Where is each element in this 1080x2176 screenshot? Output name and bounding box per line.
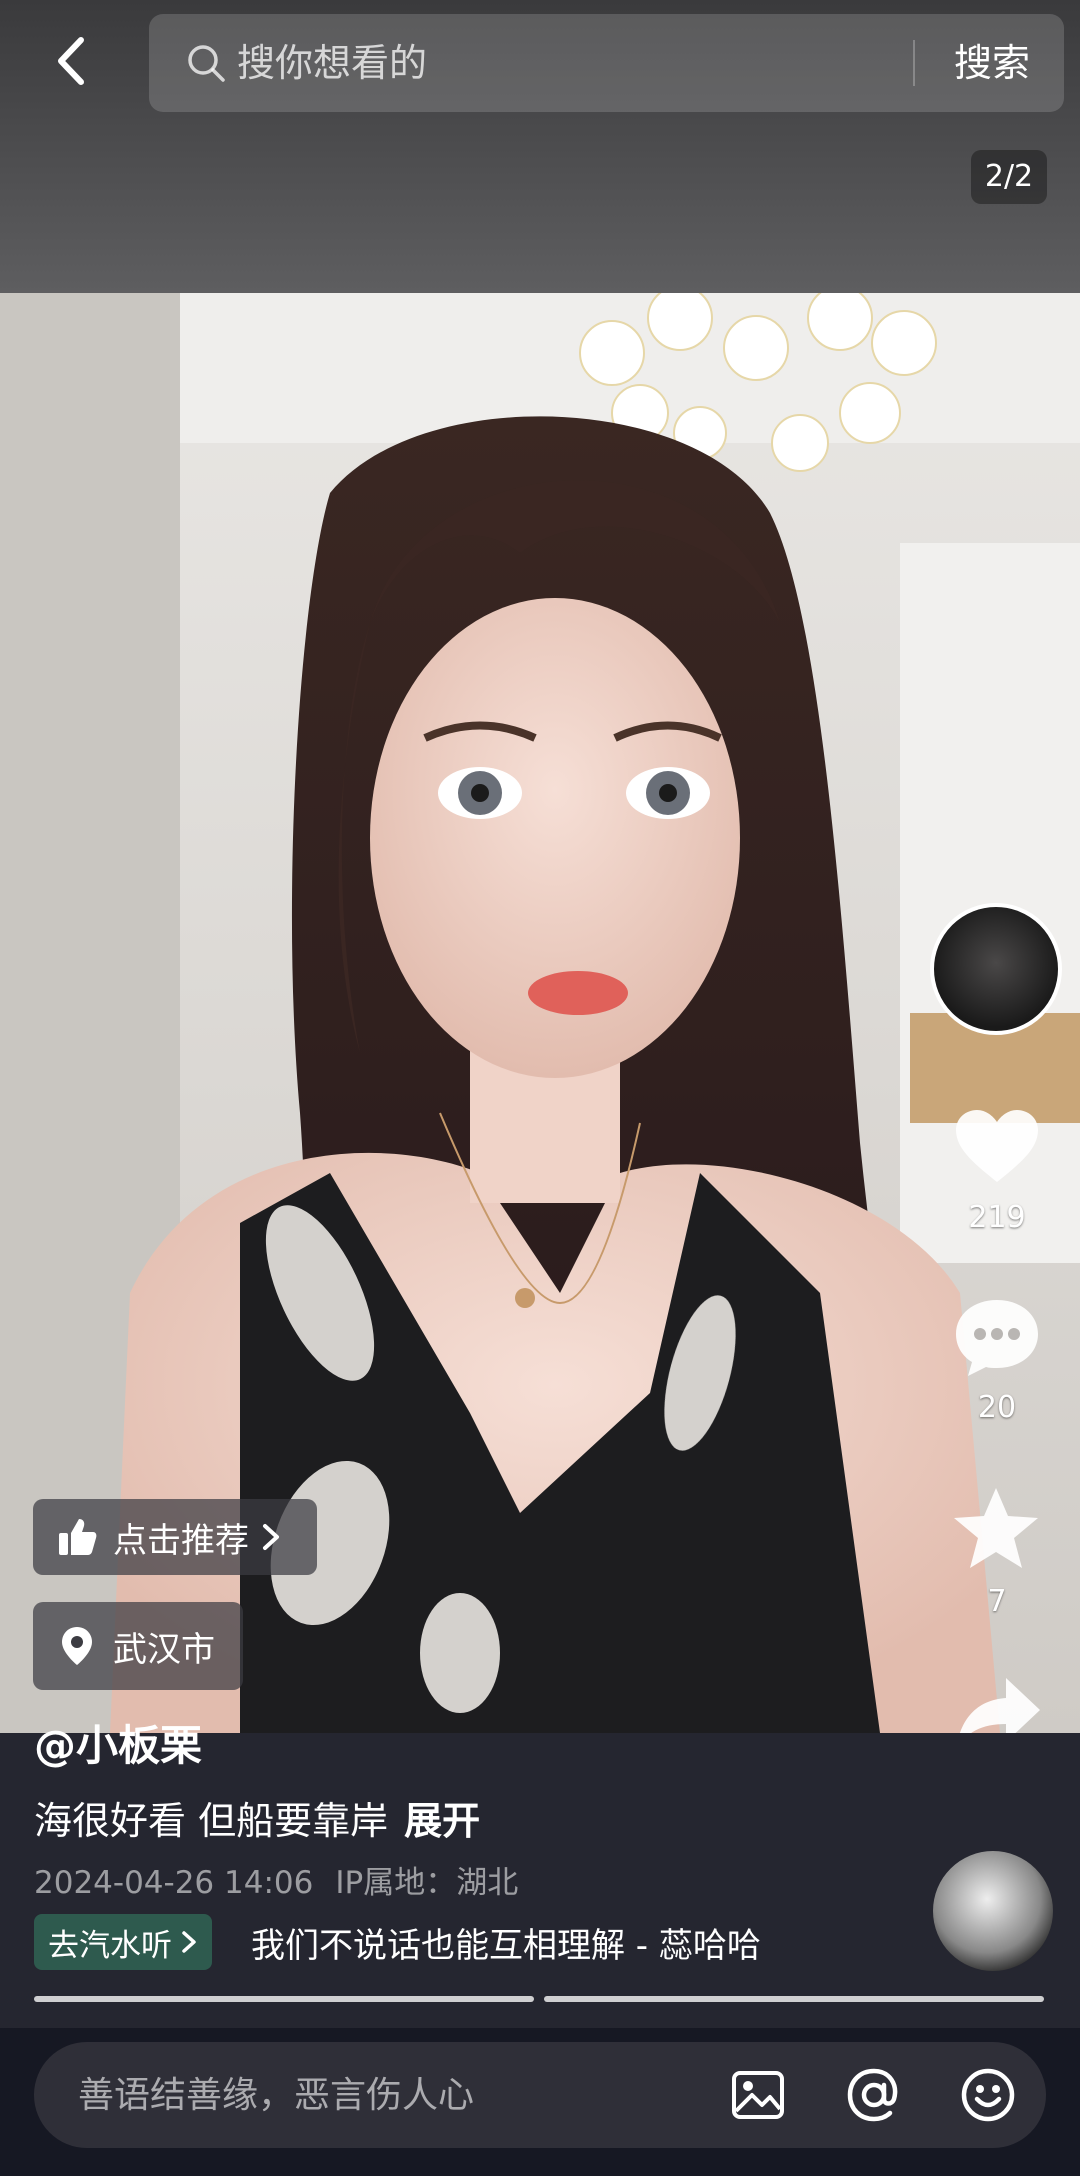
location-pin-icon bbox=[62, 1627, 92, 1665]
image-icon[interactable] bbox=[730, 2067, 786, 2123]
search-button[interactable]: 搜索 bbox=[937, 14, 1047, 112]
heart-icon[interactable] bbox=[952, 1106, 1042, 1186]
music-cover-avatar[interactable] bbox=[933, 1851, 1053, 1971]
author-username[interactable]: @小板栗 bbox=[34, 1712, 202, 1773]
music-title[interactable]: 我们不说话也能互相理解 - 蕊哈哈 bbox=[251, 1918, 761, 1967]
recommend-label: 点击推荐 bbox=[113, 1520, 249, 1561]
search-input[interactable] bbox=[237, 14, 857, 112]
image-post-viewer: 搜索 2/2 bbox=[0, 0, 1080, 2176]
comment-icon[interactable] bbox=[952, 1296, 1042, 1380]
author-avatar[interactable] bbox=[930, 903, 1062, 1035]
back-icon bbox=[58, 37, 84, 85]
post-date: 2024-04-26 14:06 bbox=[34, 1865, 314, 1901]
page-counter: 2/2 bbox=[971, 150, 1047, 204]
like-count: 219 bbox=[968, 1200, 1026, 1235]
favorite-count: 7 bbox=[987, 1584, 1007, 1619]
emoji-icon[interactable] bbox=[960, 2067, 1016, 2123]
open-in-music-app-button[interactable]: 去汽水听 bbox=[34, 1914, 212, 1970]
image-progress-segment-1 bbox=[34, 1996, 534, 2002]
search-divider bbox=[913, 40, 915, 86]
chevron-right-icon bbox=[182, 1931, 196, 1953]
ip-location: IP属地：湖北 bbox=[335, 1865, 519, 1901]
caption-text: 海很好看 但船要靠岸 bbox=[34, 1799, 389, 1843]
post-meta: 2024-04-26 14:06 IP属地：湖北 bbox=[34, 1857, 540, 1902]
music-tag-label: 去汽水听 bbox=[48, 1927, 172, 1964]
location-label: 武汉市 bbox=[113, 1629, 215, 1670]
location-button[interactable]: 武汉市 bbox=[33, 1602, 243, 1690]
top-header: 搜索 2/2 bbox=[0, 0, 1080, 293]
comment-count: 20 bbox=[977, 1390, 1017, 1425]
image-progress-segment-2 bbox=[544, 1996, 1044, 2002]
at-icon[interactable] bbox=[846, 2067, 902, 2123]
back-button[interactable] bbox=[36, 26, 106, 96]
chevron-right-icon bbox=[263, 1524, 279, 1550]
expand-link[interactable]: 展开 bbox=[404, 1799, 480, 1843]
star-icon[interactable] bbox=[950, 1484, 1042, 1572]
recommend-button[interactable]: 点击推荐 bbox=[33, 1499, 317, 1575]
thumbs-up-icon bbox=[59, 1519, 97, 1555]
comment-bar bbox=[34, 2042, 1046, 2148]
post-caption: 海很好看 但船要靠岸 展开 bbox=[34, 1790, 480, 1845]
comment-input[interactable] bbox=[78, 2042, 698, 2148]
search-icon bbox=[188, 45, 225, 82]
search-bar: 搜索 bbox=[149, 14, 1064, 112]
